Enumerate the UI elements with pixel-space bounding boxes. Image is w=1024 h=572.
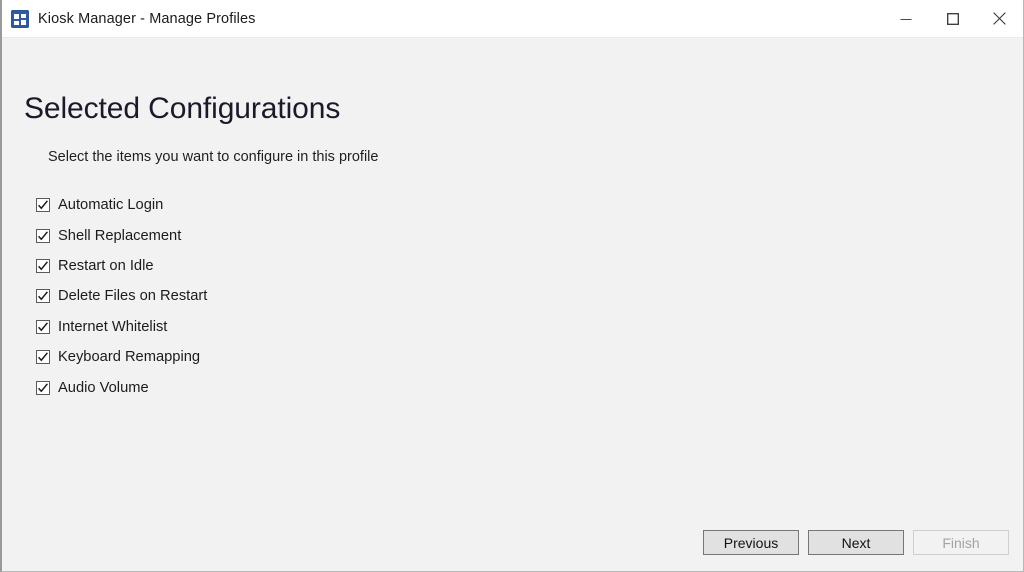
option-row[interactable]: Automatic Login [36,190,207,220]
option-row[interactable]: Delete Files on Restart [36,281,207,311]
check-icon [37,199,49,211]
window-controls [882,0,1023,37]
check-icon [37,382,49,394]
option-label: Internet Whitelist [58,319,167,335]
content-area: Selected Configurations Select the items… [2,38,1023,571]
option-row[interactable]: Internet Whitelist [36,312,207,342]
option-row[interactable]: Restart on Idle [36,251,207,281]
option-row[interactable]: Audio Volume [36,372,207,402]
finish-button: Finish [913,530,1009,555]
application-window: Kiosk Manager - Manage Profiles [0,0,1024,572]
title-bar: Kiosk Manager - Manage Profiles [2,0,1023,38]
option-label: Restart on Idle [58,258,154,274]
configuration-options-list: Automatic Login Shell Replacement Restar… [36,190,207,403]
page-title: Selected Configurations [24,92,340,126]
checkbox-internet-whitelist[interactable] [36,320,50,334]
checkbox-keyboard-remapping[interactable] [36,350,50,364]
title-bar-left: Kiosk Manager - Manage Profiles [2,10,255,28]
option-label: Delete Files on Restart [58,288,207,304]
maximize-icon [947,13,959,25]
option-row[interactable]: Keyboard Remapping [36,342,207,372]
option-label: Audio Volume [58,380,149,396]
check-icon [37,230,49,242]
check-icon [37,290,49,302]
check-icon [37,351,49,363]
check-icon [37,260,49,272]
checkbox-audio-volume[interactable] [36,381,50,395]
option-label: Automatic Login [58,197,163,213]
option-label: Shell Replacement [58,228,181,244]
wizard-navigation: Previous Next Finish [703,530,1009,555]
option-row[interactable]: Shell Replacement [36,220,207,250]
minimize-icon [900,13,912,25]
next-button[interactable]: Next [808,530,904,555]
checkbox-shell-replacement[interactable] [36,229,50,243]
checkbox-automatic-login[interactable] [36,198,50,212]
maximize-button[interactable] [929,0,976,37]
page-subtitle: Select the items you want to configure i… [48,149,378,165]
window-title: Kiosk Manager - Manage Profiles [38,11,255,27]
checkbox-restart-on-idle[interactable] [36,259,50,273]
check-icon [37,321,49,333]
close-button[interactable] [976,0,1023,37]
minimize-button[interactable] [882,0,929,37]
kiosk-manager-icon [11,10,29,28]
previous-button[interactable]: Previous [703,530,799,555]
close-icon [993,12,1006,25]
option-label: Keyboard Remapping [58,349,200,365]
checkbox-delete-files-on-restart[interactable] [36,289,50,303]
